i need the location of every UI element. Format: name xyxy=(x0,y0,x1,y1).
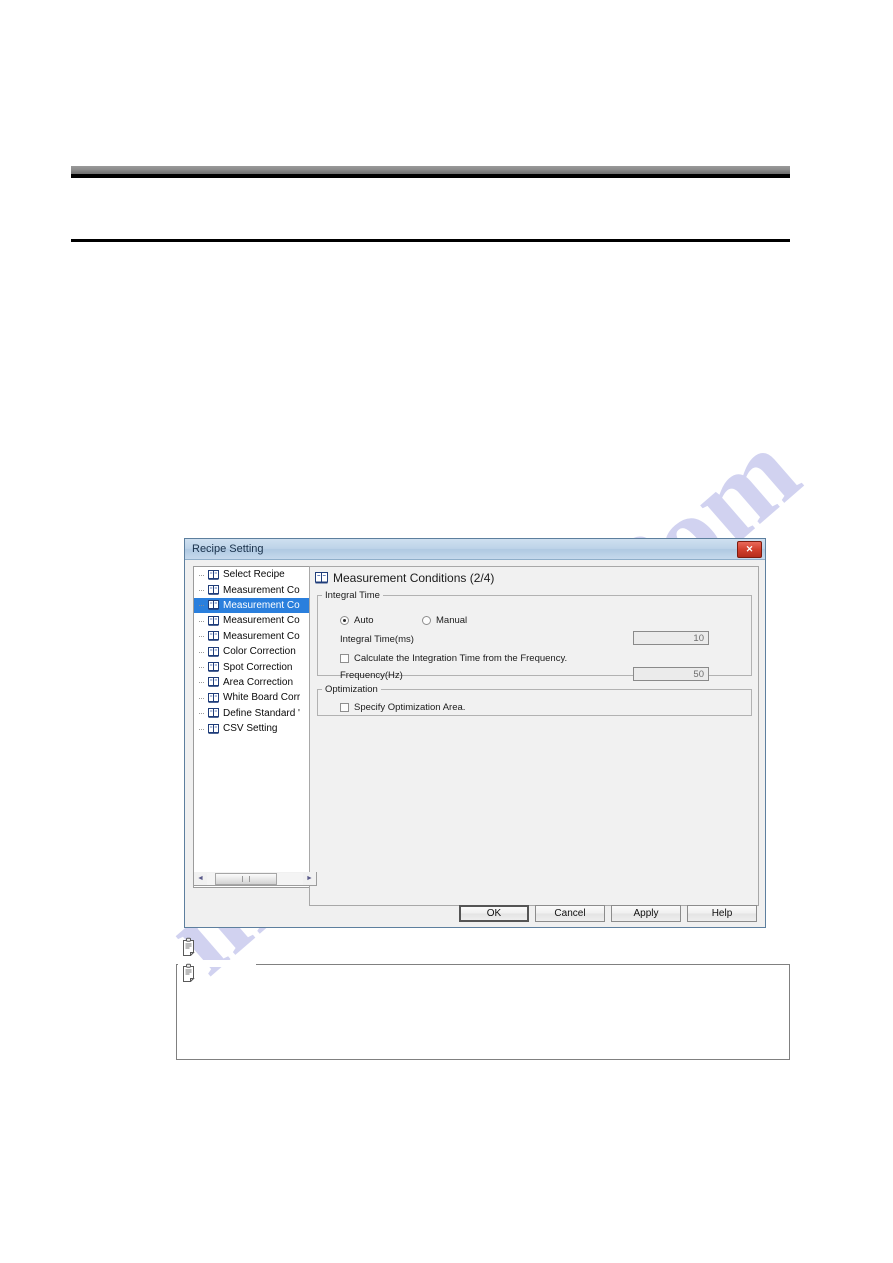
radio-manual-label: Manual xyxy=(436,615,468,626)
tree-connector-icon: ··· xyxy=(198,631,205,642)
book-icon xyxy=(208,708,219,719)
tree-item-label: Measurement Co xyxy=(223,615,300,627)
cancel-button[interactable]: Cancel xyxy=(535,905,605,922)
calculate-integration-checkbox[interactable] xyxy=(340,654,349,663)
calculate-integration-checkbox-row[interactable]: Calculate the Integration Time from the … xyxy=(340,653,567,664)
tree-item-measurement-conditions-2[interactable]: ··· Measurement Co xyxy=(194,597,316,614)
tree-item-white-board-correction[interactable]: ··· White Board Corr xyxy=(194,690,316,705)
close-icon[interactable]: ✕ xyxy=(737,540,762,558)
radio-auto-row[interactable]: Auto xyxy=(340,615,374,626)
tree-connector-icon: ··· xyxy=(198,708,205,719)
specify-optimization-area-row[interactable]: Specify Optimization Area. xyxy=(340,702,465,713)
tree-item-define-standard[interactable]: ··· Define Standard ' xyxy=(194,706,316,721)
tree-item-label: Measurement Co xyxy=(223,599,300,611)
recipe-tree[interactable]: ··· Select Recipe ··· Measurement Co ···… xyxy=(193,566,317,888)
tree-connector-icon: ··· xyxy=(198,615,205,626)
scrollbar-thumb[interactable] xyxy=(215,872,277,885)
help-button[interactable]: Help xyxy=(687,905,757,922)
book-icon xyxy=(208,569,219,580)
optimization-legend: Optimization xyxy=(325,684,378,695)
tree-connector-icon: ··· xyxy=(198,600,205,611)
book-icon xyxy=(208,723,219,734)
tree-item-color-correction[interactable]: ··· Color Correction xyxy=(194,644,316,659)
scroll-left-arrow-icon[interactable]: ◄ xyxy=(194,873,207,885)
integral-time-legend: Integral Time xyxy=(325,590,380,601)
tree-item-csv-setting[interactable]: ··· CSV Setting xyxy=(194,721,316,736)
tree-item-label: Define Standard ' xyxy=(223,707,300,719)
radio-auto-icon[interactable] xyxy=(340,616,349,625)
book-icon xyxy=(208,600,219,611)
dialog-body: ··· Select Recipe ··· Measurement Co ···… xyxy=(185,560,765,928)
tree-item-spot-correction[interactable]: ··· Spot Correction xyxy=(194,659,316,674)
dialog-title: Recipe Setting xyxy=(192,543,264,555)
tree-item-label: Color Correction xyxy=(223,646,296,658)
book-icon xyxy=(208,662,219,672)
note-clipboard-icon xyxy=(181,937,198,957)
tree-connector-icon: ··· xyxy=(198,569,205,580)
tree-item-label: CSV Setting xyxy=(223,723,278,735)
tree-item-measurement-conditions-1[interactable]: ··· Measurement Co xyxy=(194,582,316,597)
frequency-label-row: Frequency(Hz) xyxy=(340,670,403,681)
book-icon xyxy=(208,615,219,626)
integral-time-label-row: Integral Time(ms) xyxy=(340,634,414,645)
book-icon xyxy=(315,572,328,584)
ok-button[interactable]: OK xyxy=(459,905,529,922)
tree-connector-icon: ··· xyxy=(198,723,205,734)
specify-optimization-area-checkbox[interactable] xyxy=(340,703,349,712)
integral-time-input[interactable]: 10 xyxy=(633,631,709,645)
tree-horizontal-scrollbar[interactable]: ◄ ► xyxy=(193,872,317,886)
calculate-integration-label: Calculate the Integration Time from the … xyxy=(354,653,568,664)
tree-item-label: Measurement Co xyxy=(223,630,300,642)
note-clipboard-icon xyxy=(181,963,198,983)
tree-item-label: Spot Correction xyxy=(223,661,293,673)
tree-item-measurement-conditions-4[interactable]: ··· Measurement Co xyxy=(194,629,316,644)
tree-item-select-recipe[interactable]: ··· Select Recipe xyxy=(194,567,316,582)
radio-manual-icon[interactable] xyxy=(422,616,431,625)
dialog-titlebar: Recipe Setting ✕ xyxy=(185,539,765,560)
scroll-right-arrow-icon[interactable]: ► xyxy=(303,873,316,885)
radio-manual-row[interactable]: Manual xyxy=(422,615,467,626)
panel-heading-text: Measurement Conditions (2/4) xyxy=(333,571,495,585)
book-icon xyxy=(208,677,219,688)
integral-time-group: Integral Time Auto Manual Integral Time(… xyxy=(317,590,752,681)
panel-heading: Measurement Conditions (2/4) xyxy=(310,567,758,587)
tree-item-area-correction[interactable]: ··· Area Correction xyxy=(194,675,316,690)
tree-item-measurement-conditions-3[interactable]: ··· Measurement Co xyxy=(194,613,316,628)
book-icon xyxy=(208,631,219,642)
note-callout-box xyxy=(176,964,790,1060)
frequency-input[interactable]: 50 xyxy=(633,667,709,681)
apply-button[interactable]: Apply xyxy=(611,905,681,922)
specify-optimization-area-label: Specify Optimization Area. xyxy=(354,702,466,713)
tree-item-label: Area Correction xyxy=(223,676,294,688)
book-icon xyxy=(208,585,219,595)
measurement-conditions-panel: Measurement Conditions (2/4) Integral Ti… xyxy=(309,566,759,906)
header-black-rule xyxy=(71,174,790,178)
scrollbar-track[interactable] xyxy=(207,872,303,885)
tree-connector-icon: ··· xyxy=(198,662,205,673)
tree-connector-icon: ··· xyxy=(198,585,205,596)
recipe-setting-dialog: Recipe Setting ✕ ··· Select Recipe ··· M… xyxy=(184,538,766,928)
tree-connector-icon: ··· xyxy=(198,692,205,703)
tree-item-label: Select Recipe xyxy=(223,569,285,581)
optimization-group: Optimization Specify Optimization Area. xyxy=(317,684,752,716)
book-icon xyxy=(208,692,219,703)
dialog-button-bar: OK Cancel Apply Help xyxy=(459,905,757,922)
frequency-label: Frequency(Hz) xyxy=(340,670,403,681)
tree-item-label: White Board Corr xyxy=(223,692,301,704)
integral-time-label: Integral Time(ms) xyxy=(340,634,414,645)
header-gray-band xyxy=(71,166,790,174)
radio-auto-label: Auto xyxy=(354,615,374,626)
book-icon xyxy=(208,646,219,657)
tree-connector-icon: ··· xyxy=(198,646,205,657)
tree-connector-icon: ··· xyxy=(198,677,205,688)
section-divider-rule xyxy=(71,239,790,242)
tree-item-label: Measurement Co xyxy=(223,584,300,596)
